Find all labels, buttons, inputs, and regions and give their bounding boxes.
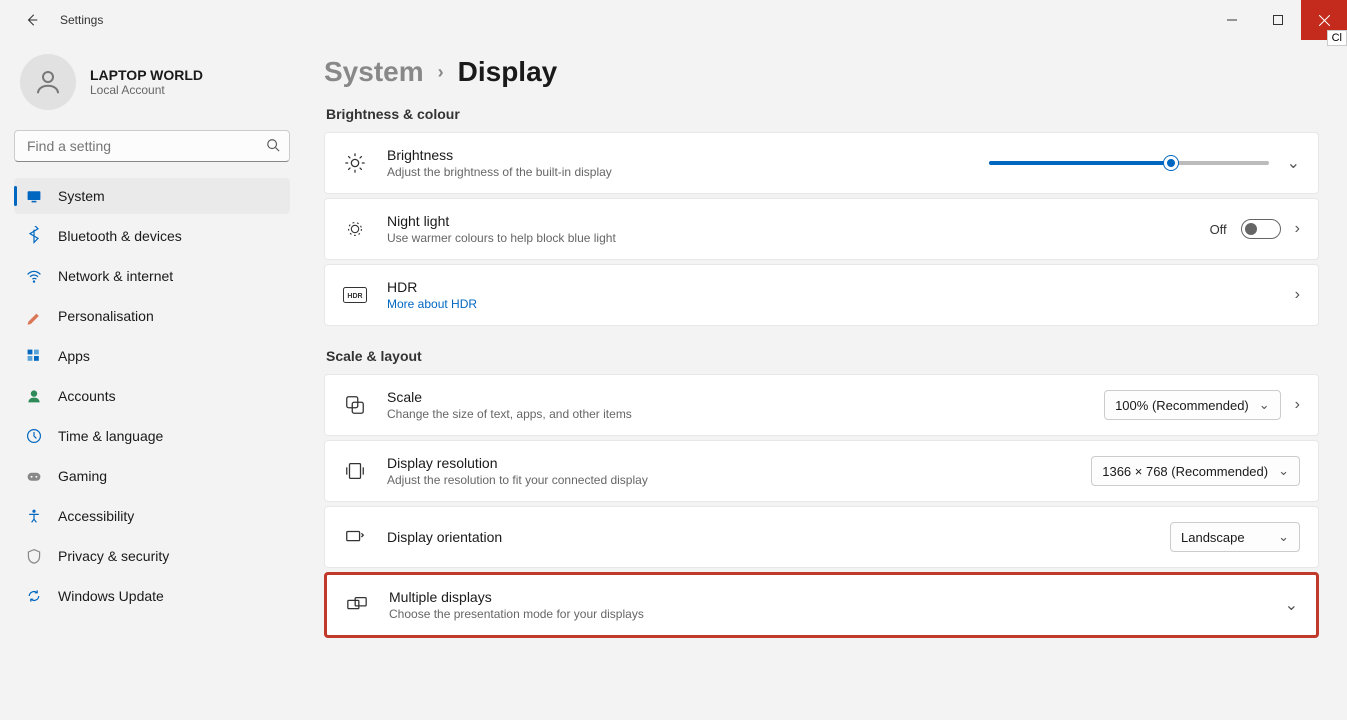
sidebar-item-label: Accounts bbox=[58, 388, 116, 404]
night-light-toggle[interactable] bbox=[1241, 219, 1281, 239]
close-button[interactable]: Cl bbox=[1301, 0, 1347, 40]
nav-list: System Bluetooth & devices Network & inter… bbox=[14, 178, 290, 614]
chevron-down-icon[interactable]: ⌄ bbox=[1287, 153, 1300, 173]
hdr-link[interactable]: More about HDR bbox=[387, 297, 1275, 311]
accounts-icon bbox=[26, 388, 42, 404]
row-brightness[interactable]: Brightness Adjust the brightness of the … bbox=[324, 132, 1319, 194]
window-controls: Cl bbox=[1209, 0, 1347, 40]
sidebar-item-label: Gaming bbox=[58, 468, 107, 484]
back-button[interactable] bbox=[18, 6, 46, 34]
sidebar-item-privacy-security[interactable]: Privacy & security bbox=[14, 538, 290, 574]
search-input[interactable] bbox=[14, 130, 290, 162]
multiple-displays-icon bbox=[345, 594, 369, 616]
breadcrumb: System › Display bbox=[324, 56, 1319, 88]
apps-icon bbox=[26, 348, 42, 364]
section-scale-layout: Scale & layout bbox=[326, 348, 1319, 364]
sidebar-item-gaming[interactable]: Gaming bbox=[14, 458, 290, 494]
row-scale[interactable]: Scale Change the size of text, apps, and… bbox=[324, 374, 1319, 436]
sidebar-item-label: Bluetooth & devices bbox=[58, 228, 182, 244]
sidebar-item-label: Privacy & security bbox=[58, 548, 169, 564]
update-icon bbox=[26, 588, 42, 604]
scale-icon bbox=[343, 394, 367, 416]
row-orientation[interactable]: Display orientation Landscape⌄ bbox=[324, 506, 1319, 568]
resolution-icon bbox=[343, 460, 367, 482]
row-hdr[interactable]: HDR HDR More about HDR › bbox=[324, 264, 1319, 326]
resolution-dropdown[interactable]: 1366 × 768 (Recommended)⌄ bbox=[1091, 456, 1300, 486]
chevron-right-icon[interactable]: › bbox=[1295, 396, 1300, 414]
titlebar: Settings Cl bbox=[0, 0, 1347, 40]
svg-text:HDR: HDR bbox=[347, 293, 362, 300]
row-night-light[interactable]: Night light Use warmer colours to help b… bbox=[324, 198, 1319, 260]
sidebar-item-system[interactable]: System bbox=[14, 178, 290, 214]
accessibility-icon bbox=[26, 508, 42, 524]
user-card[interactable]: LAPTOP WORLD Local Account bbox=[14, 54, 290, 110]
resolution-title: Display resolution bbox=[387, 455, 1071, 471]
hdr-title: HDR bbox=[387, 279, 1275, 295]
orientation-dropdown[interactable]: Landscape⌄ bbox=[1170, 522, 1300, 552]
brightness-slider[interactable] bbox=[989, 161, 1269, 165]
row-multiple-displays[interactable]: Multiple displays Choose the presentatio… bbox=[324, 572, 1319, 638]
sidebar-item-label: Personalisation bbox=[58, 308, 154, 324]
sidebar-item-bluetooth-devices[interactable]: Bluetooth & devices bbox=[14, 218, 290, 254]
sidebar-item-time-language[interactable]: Time & language bbox=[14, 418, 290, 454]
sidebar-item-label: Accessibility bbox=[58, 508, 134, 524]
resolution-sub: Adjust the resolution to fit your connec… bbox=[387, 473, 1071, 487]
privacy-icon bbox=[26, 548, 42, 564]
scale-title: Scale bbox=[387, 389, 1084, 405]
window-title: Settings bbox=[60, 13, 103, 27]
brightness-icon bbox=[343, 152, 367, 174]
minimize-button[interactable] bbox=[1209, 0, 1255, 40]
content-area: System › Display Brightness & colour Bri… bbox=[300, 40, 1347, 720]
chevron-right-icon[interactable]: › bbox=[1295, 286, 1300, 304]
scale-sub: Change the size of text, apps, and other… bbox=[387, 407, 1084, 421]
search-box[interactable] bbox=[14, 130, 290, 162]
bluetooth-icon bbox=[26, 228, 42, 244]
sidebar-item-label: System bbox=[58, 188, 105, 204]
close-tooltip: Cl bbox=[1327, 30, 1347, 46]
night-light-title: Night light bbox=[387, 213, 1190, 229]
gaming-icon bbox=[26, 468, 42, 484]
search-icon bbox=[266, 138, 280, 157]
sidebar: LAPTOP WORLD Local Account System Bluetoo… bbox=[0, 40, 300, 720]
row-resolution[interactable]: Display resolution Adjust the resolution… bbox=[324, 440, 1319, 502]
sidebar-item-personalisation[interactable]: Personalisation bbox=[14, 298, 290, 334]
scale-dropdown[interactable]: 100% (Recommended)⌄ bbox=[1104, 390, 1281, 420]
sidebar-item-windows-update[interactable]: Windows Update bbox=[14, 578, 290, 614]
sidebar-item-label: Windows Update bbox=[58, 588, 164, 604]
orientation-icon bbox=[343, 526, 367, 548]
maximize-button[interactable] bbox=[1255, 0, 1301, 40]
system-icon bbox=[26, 188, 42, 204]
brightness-sub: Adjust the brightness of the built-in di… bbox=[387, 165, 969, 179]
avatar bbox=[20, 54, 76, 110]
brightness-title: Brightness bbox=[387, 147, 969, 163]
personalize-icon bbox=[26, 308, 42, 324]
sidebar-item-label: Time & language bbox=[58, 428, 163, 444]
user-name: LAPTOP WORLD bbox=[90, 67, 203, 83]
user-sub: Local Account bbox=[90, 83, 203, 97]
night-light-sub: Use warmer colours to help block blue li… bbox=[387, 231, 1190, 245]
section-brightness-colour: Brightness & colour bbox=[326, 106, 1319, 122]
sidebar-item-network-internet[interactable]: Network & internet bbox=[14, 258, 290, 294]
time-icon bbox=[26, 428, 42, 444]
chevron-right-icon: › bbox=[438, 62, 444, 83]
multiple-title: Multiple displays bbox=[389, 589, 1265, 605]
breadcrumb-parent[interactable]: System bbox=[324, 56, 424, 88]
sidebar-item-apps[interactable]: Apps bbox=[14, 338, 290, 374]
orientation-title: Display orientation bbox=[387, 529, 1150, 545]
sidebar-item-label: Apps bbox=[58, 348, 90, 364]
sidebar-item-label: Network & internet bbox=[58, 268, 173, 284]
wifi-icon bbox=[26, 268, 42, 284]
sidebar-item-accessibility[interactable]: Accessibility bbox=[14, 498, 290, 534]
hdr-icon: HDR bbox=[343, 287, 367, 303]
chevron-down-icon[interactable]: ⌄ bbox=[1285, 595, 1298, 615]
breadcrumb-current: Display bbox=[458, 56, 558, 88]
night-light-icon bbox=[343, 218, 367, 240]
sidebar-item-accounts[interactable]: Accounts bbox=[14, 378, 290, 414]
multiple-sub: Choose the presentation mode for your di… bbox=[389, 607, 1265, 621]
chevron-right-icon[interactable]: › bbox=[1295, 220, 1300, 238]
toggle-label: Off bbox=[1210, 222, 1227, 237]
